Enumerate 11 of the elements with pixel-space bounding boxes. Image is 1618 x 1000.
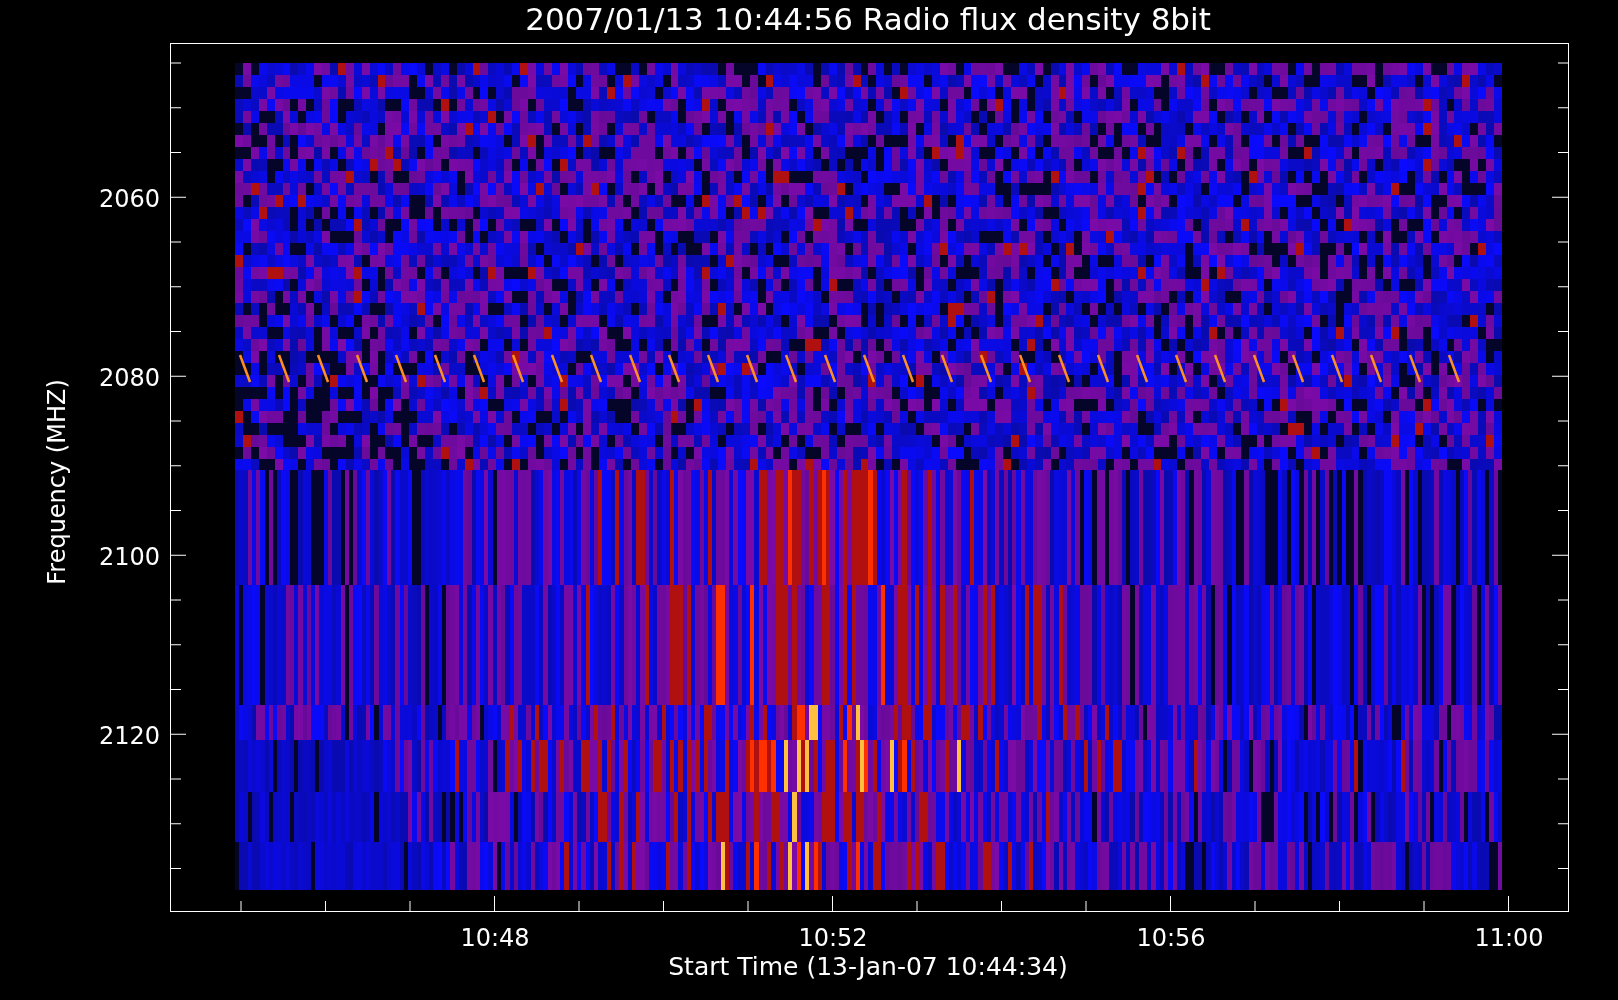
y-tick-label: 2100 [98, 543, 160, 571]
x-tick-label: 11:00 [1474, 924, 1544, 952]
x-tick-label: 10:48 [460, 924, 530, 952]
x-tick-label: 10:52 [798, 924, 868, 952]
x-tick-label: 10:56 [1136, 924, 1206, 952]
x-axis-label: Start Time (13-Jan-07 10:44:34) [668, 952, 1068, 981]
y-tick-label: 2080 [98, 364, 160, 392]
y-tick-label: 2120 [98, 722, 160, 750]
y-tick-label: 2060 [98, 185, 160, 213]
y-axis-label: Frequency (MHZ) [43, 379, 71, 585]
chart-title: 2007/01/13 10:44:56 Radio flux density 8bit [525, 1, 1211, 37]
